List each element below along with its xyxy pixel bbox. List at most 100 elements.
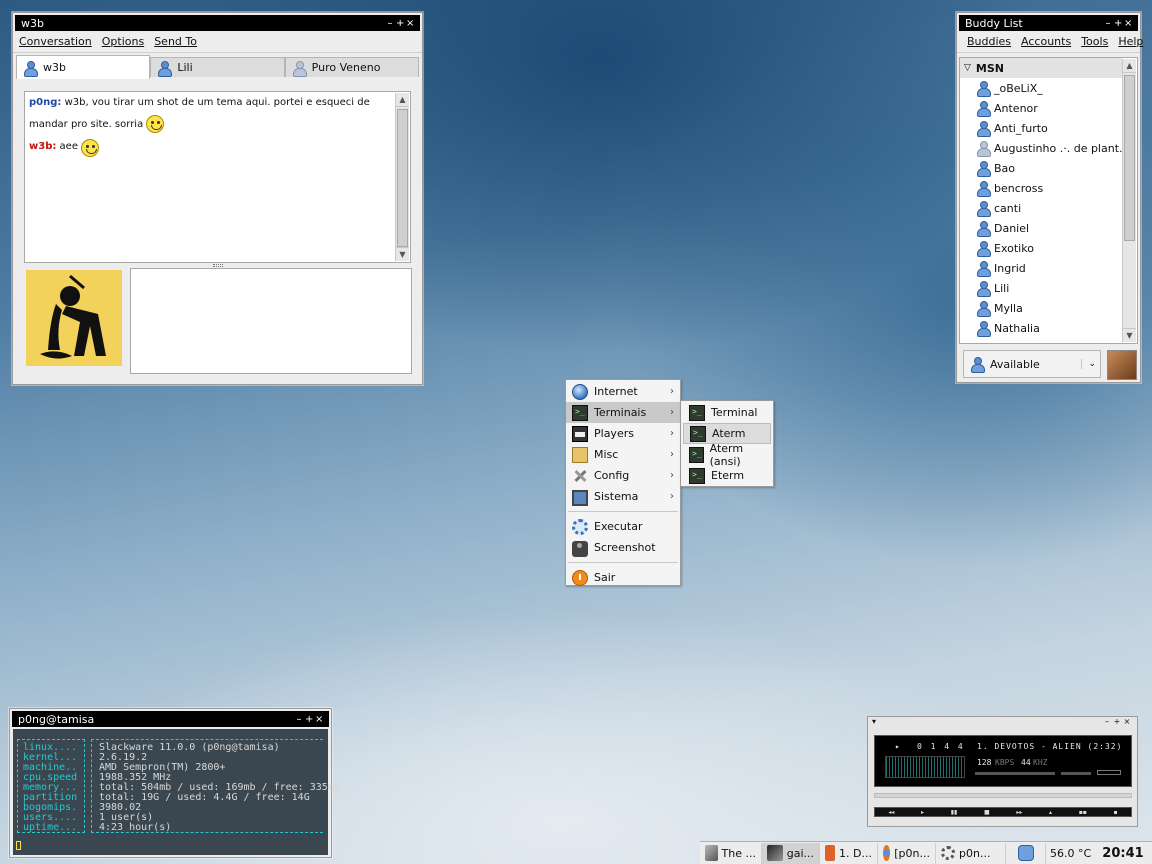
status-selector[interactable]: Available ⌄	[963, 350, 1101, 378]
close-button[interactable]: ×	[406, 15, 416, 33]
menu-item-label: Aterm (ansi)	[709, 441, 744, 468]
conversation-titlebar[interactable]: w3b – +×	[13, 13, 422, 31]
buddy-row[interactable]: canti	[960, 198, 1137, 218]
menu-options[interactable]: Options	[102, 35, 144, 48]
menu-buddies[interactable]: Buddies	[967, 35, 1011, 48]
group-msn[interactable]: ▽ MSN	[960, 58, 1122, 78]
menu-item-screenshot[interactable]: Screenshot	[566, 537, 680, 558]
bitrate-label: KBPS	[995, 758, 1015, 767]
pane-divider[interactable]	[213, 264, 223, 267]
maximize-button[interactable]: +	[305, 711, 315, 729]
history-scrollbar[interactable]: ▲ ▼	[395, 93, 409, 261]
status-label: Available	[990, 357, 1040, 371]
message-text: aee	[59, 141, 78, 152]
previous-button[interactable]: ◂◂	[888, 809, 894, 816]
maximize-button[interactable]: +	[1114, 15, 1124, 33]
menu-send-to[interactable]: Send To	[154, 35, 197, 48]
buddy-row[interactable]: Nathalia	[960, 318, 1137, 338]
minimize-button[interactable]: –	[295, 711, 305, 729]
menu-item-config[interactable]: Config ›	[566, 465, 680, 486]
tab-lili[interactable]: Lili	[150, 57, 285, 77]
close-button[interactable]: ×	[315, 711, 325, 729]
chevron-down-icon[interactable]: ⌄	[1081, 359, 1096, 369]
submenu-item-aterm-ansi[interactable]: Aterm (ansi)	[683, 441, 771, 468]
task-button[interactable]: [p0n...	[878, 842, 936, 864]
terminal-icon	[689, 446, 704, 463]
pause-button[interactable]: ▮▮	[951, 809, 958, 816]
close-button[interactable]: ×	[1124, 15, 1134, 33]
task-button[interactable]: The ...	[700, 842, 762, 864]
menu-item-sair[interactable]: Sair	[566, 567, 680, 588]
tab-w3b[interactable]: w3b	[16, 55, 151, 79]
stop-button[interactable]: ■	[984, 809, 990, 816]
chevron-right-icon: ›	[670, 428, 674, 439]
scroll-thumb[interactable]	[397, 109, 408, 247]
buddy-row[interactable]: Daniel	[960, 218, 1137, 238]
message-input[interactable]	[130, 268, 412, 374]
eq-toggle[interactable]	[1097, 770, 1121, 775]
minimize-button[interactable]: –	[1103, 717, 1113, 727]
task-button[interactable]: 1. D...	[820, 842, 878, 864]
seek-bar[interactable]	[874, 793, 1132, 798]
scroll-thumb[interactable]	[1124, 75, 1135, 241]
buddy-row[interactable]: _oBeLiX_	[960, 78, 1137, 98]
buddy-row[interactable]: Antenor	[960, 98, 1137, 118]
submenu-item-eterm[interactable]: Eterm	[683, 465, 771, 486]
task-button[interactable]: gai...	[762, 842, 820, 864]
menu-item-sistema[interactable]: Sistema ›	[566, 486, 680, 507]
menu-item-players[interactable]: Players ›	[566, 423, 680, 444]
menu-item-terminais[interactable]: Terminais ›	[566, 402, 680, 423]
buddy-list-titlebar[interactable]: Buddy List – +×	[957, 13, 1140, 31]
buddy-row[interactable]: Anti_furto	[960, 118, 1137, 138]
maximize-button[interactable]: +	[396, 15, 406, 33]
menu-conversation[interactable]: Conversation	[19, 35, 92, 48]
expander-icon[interactable]: ▽	[964, 63, 971, 73]
buddy-icon	[292, 60, 307, 77]
buddy-row[interactable]: Bao	[960, 158, 1137, 178]
player-titlebar[interactable]: ▾ – +×	[868, 717, 1137, 727]
eject-button[interactable]: ▴	[1049, 809, 1052, 816]
clock[interactable]: 20:41	[1094, 846, 1152, 861]
chat-notification-icon[interactable]	[1006, 842, 1046, 864]
volume-slider[interactable]	[975, 772, 1055, 775]
chevron-right-icon: ›	[670, 470, 674, 481]
terminal-titlebar[interactable]: p0ng@tamisa – +×	[10, 709, 331, 727]
message-history[interactable]: p0ng: w3b, vou tirar um shot de um tema …	[24, 91, 411, 263]
menu-tools[interactable]: Tools	[1081, 35, 1108, 48]
menu-item-misc[interactable]: Misc ›	[566, 444, 680, 465]
buddy-row[interactable]: Augustinho .·. de plant...	[960, 138, 1137, 158]
close-button[interactable]: ×	[1123, 717, 1133, 727]
scroll-down-arrow-icon[interactable]: ▼	[1123, 328, 1136, 342]
play-state-icon: ▸	[895, 742, 900, 751]
terminal-body[interactable]: linux.... kernel... machine.. cpu.speed memo…	[13, 729, 340, 855]
menu-accounts[interactable]: Accounts	[1021, 35, 1071, 48]
buddy-tree[interactable]: ▽ MSN _oBeLiX_ Antenor Anti_furto Augustinh…	[959, 57, 1138, 344]
tab-puro-veneno[interactable]: Puro Veneno	[284, 57, 419, 77]
menu-item-executar[interactable]: Executar	[566, 516, 680, 537]
submenu-item-terminal[interactable]: Terminal	[683, 402, 771, 423]
scroll-up-arrow-icon[interactable]: ▲	[396, 93, 409, 107]
next-button[interactable]: ▸▸	[1016, 809, 1022, 816]
buddy-row[interactable]: Mylla	[960, 298, 1137, 318]
task-button[interactable]: p0n...	[936, 842, 1006, 864]
menu-help[interactable]: Help	[1118, 35, 1143, 48]
buddy-row[interactable]: Ingrid	[960, 258, 1137, 278]
minimize-button[interactable]: –	[1104, 15, 1114, 33]
buddy-name: Exotiko	[994, 241, 1034, 255]
buddy-name: Lili	[994, 281, 1010, 295]
balance-slider[interactable]	[1061, 772, 1091, 775]
menu-item-internet[interactable]: Internet ›	[566, 381, 680, 402]
player-menu-icon[interactable]: ▾	[872, 717, 876, 727]
scroll-down-arrow-icon[interactable]: ▼	[396, 247, 409, 261]
shuffle-button[interactable]: ▪▪	[1079, 809, 1087, 816]
buddy-row[interactable]: Exotiko	[960, 238, 1137, 258]
user-avatar[interactable]	[1107, 350, 1137, 380]
scroll-up-arrow-icon[interactable]: ▲	[1123, 59, 1136, 73]
buddy-row[interactable]: bencross	[960, 178, 1137, 198]
repeat-button[interactable]: ▪	[1114, 809, 1118, 816]
minimize-button[interactable]: –	[386, 15, 396, 33]
play-button[interactable]: ▸	[921, 809, 924, 816]
buddy-row[interactable]: Lili	[960, 278, 1137, 298]
buddy-scrollbar[interactable]: ▲ ▼	[1122, 59, 1136, 342]
maximize-button[interactable]: +	[1113, 717, 1123, 727]
